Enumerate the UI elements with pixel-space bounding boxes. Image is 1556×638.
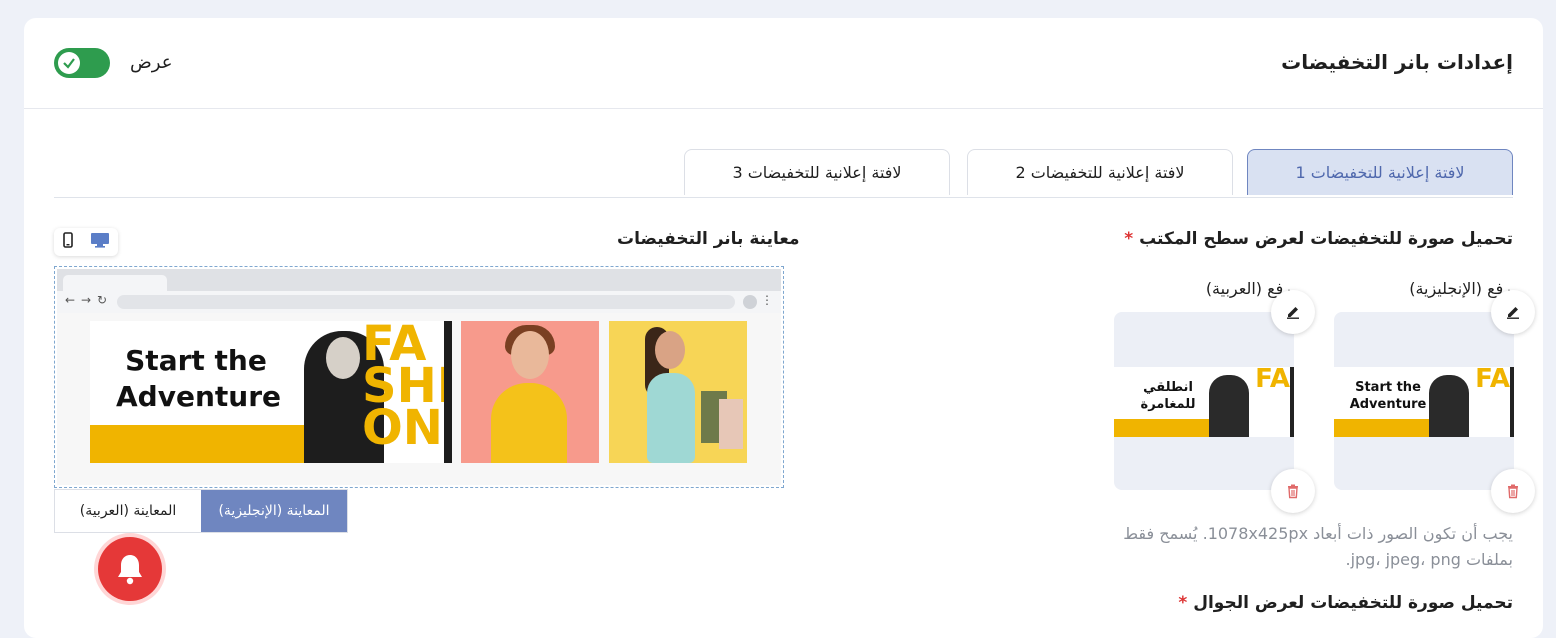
bell-icon xyxy=(118,555,142,585)
browser-toolbar: ← → ↻ ⋮ xyxy=(57,291,781,313)
english-banner-thumbnail: FA Start the Adventure xyxy=(1334,367,1514,437)
edit-arabic-image-button[interactable] xyxy=(1271,290,1315,334)
preview-english-button[interactable]: المعاينة (الإنجليزية) xyxy=(201,490,347,532)
settings-card: إعدادات بانر التخفيضات عرض لافتة إعلانية… xyxy=(24,18,1543,638)
banner-photo-laughing xyxy=(461,321,599,463)
brand-letters: FA SHI ON xyxy=(362,321,452,456)
banner-tabs: لافتة إعلانية للتخفيضات 1 لافتة إعلانية … xyxy=(54,149,1513,198)
trash-icon xyxy=(1508,484,1518,499)
display-toggle[interactable] xyxy=(54,48,110,78)
forward-icon: → xyxy=(81,293,92,307)
banner-preview: ← → ↻ ⋮ FA SHI ON Start the Adventure xyxy=(54,266,784,488)
arabic-image-upload[interactable]: FA انطلقي للمغامرة xyxy=(1114,312,1294,490)
pencil-icon xyxy=(1287,307,1299,319)
desktop-upload-title: تحميل صورة للتخفيضات لعرض سطح المكتب * xyxy=(1124,229,1513,249)
banner-photo-shopping xyxy=(609,321,747,463)
delete-english-image-button[interactable] xyxy=(1491,469,1535,513)
delete-arabic-image-button[interactable] xyxy=(1271,469,1315,513)
banner-main-panel: FA SHI ON Start the Adventure xyxy=(90,321,452,463)
device-toggle xyxy=(54,228,118,256)
trash-icon xyxy=(1288,484,1298,499)
preview-arabic-button[interactable]: المعاينة (العربية) xyxy=(55,490,201,532)
desktop-icon[interactable] xyxy=(90,232,110,252)
back-icon: ← xyxy=(65,293,76,307)
mobile-upload-title: تحميل صورة للتخفيضات لعرض الجوال * xyxy=(1178,593,1513,613)
notification-button[interactable] xyxy=(98,537,162,601)
display-toggle-label: عرض xyxy=(130,52,173,73)
menu-icon: ⋮ xyxy=(761,293,773,307)
tab-banner-3[interactable]: لافتة إعلانية للتخفيضات 3 xyxy=(684,149,950,195)
address-bar xyxy=(117,295,735,309)
preview-title: معاينة بانر التخفيضات xyxy=(617,229,800,249)
page-header: إعدادات بانر التخفيضات عرض xyxy=(24,18,1543,109)
image-requirements-help: يجب أن تكون الصور ذات أبعاد 1078x425px. … xyxy=(1123,524,1513,569)
banner-content: FA SHI ON Start the Adventure xyxy=(57,313,781,485)
browser-tabstrip xyxy=(57,269,781,293)
english-image-upload[interactable]: FA Start the Adventure xyxy=(1334,312,1514,490)
banner-headline: Start the Adventure xyxy=(116,344,282,413)
page-title: إعدادات بانر التخفيضات xyxy=(1281,50,1513,74)
english-upload-label: رفع (الإنجليزية) xyxy=(1409,279,1511,298)
check-icon xyxy=(58,52,80,74)
preview-language-tabs: المعاينة (العربية) المعاينة (الإنجليزية) xyxy=(54,489,348,533)
edit-english-image-button[interactable] xyxy=(1491,290,1535,334)
tab-banner-2[interactable]: لافتة إعلانية للتخفيضات 2 xyxy=(967,149,1233,195)
arabic-banner-thumbnail: FA انطلقي للمغامرة xyxy=(1114,367,1294,437)
mobile-icon[interactable] xyxy=(62,232,74,252)
tab-banner-1[interactable]: لافتة إعلانية للتخفيضات 1 xyxy=(1247,149,1513,195)
pencil-icon xyxy=(1507,307,1519,319)
profile-icon xyxy=(743,295,757,309)
reload-icon: ↻ xyxy=(97,293,108,307)
